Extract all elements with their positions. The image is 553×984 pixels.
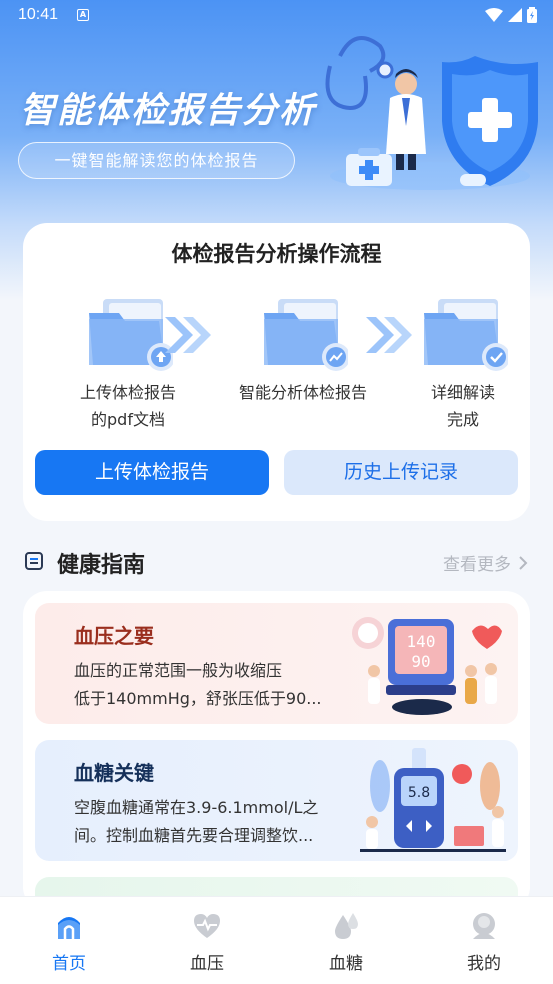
heart-icon xyxy=(194,914,220,938)
health-guide-list: 血压之要 血压的正常范围一般为收缩压 低于140mmHg，舒张压低于90... … xyxy=(23,591,530,984)
section-title: 健康指南 xyxy=(57,553,146,578)
tab-label: 血糖 xyxy=(329,954,363,974)
guide-card-blood-pressure[interactable]: 血压之要 血压的正常范围一般为收缩压 低于140mmHg，舒张压低于90... … xyxy=(35,603,518,724)
tab-blood-pressure[interactable]: 血压 xyxy=(172,911,242,974)
doctor-shield-illustration xyxy=(325,36,538,190)
guide-card-blood-sugar[interactable]: 血糖关键 空腹血糖通常在3.9-6.1mmol/L之 间。控制血糖首先要合理调整… xyxy=(35,740,518,861)
guide-summary-line: 血压的正常范围一般为收缩压 xyxy=(74,661,283,680)
guide-icon xyxy=(25,552,43,570)
battery-icon xyxy=(527,7,537,23)
upload-history-button[interactable]: 历史上传记录 xyxy=(284,450,518,495)
step-1-line1: 上传体检报告 xyxy=(79,383,176,402)
tab-blood-sugar[interactable]: 血糖 xyxy=(311,911,381,974)
glucose-meter-illustration: 5.8 xyxy=(360,748,506,852)
tab-home[interactable]: 首页 xyxy=(34,911,104,974)
tab-label: 首页 xyxy=(52,954,86,974)
profile-icon xyxy=(473,913,495,939)
hero-subtitle: 一键智能解读您的体检报告 xyxy=(18,142,295,179)
folder-chart-icon xyxy=(258,295,350,373)
see-more-link[interactable]: 查看更多 xyxy=(443,550,528,575)
step-1-line2: 的pdf文档 xyxy=(91,410,165,429)
wifi-icon xyxy=(485,8,503,22)
monitor-systolic: 140 xyxy=(407,632,436,651)
guide-summary: 空腹血糖通常在3.9-6.1mmol/L之 间。控制血糖首先要合理调整饮... xyxy=(74,794,342,850)
drop-icon xyxy=(335,913,358,939)
flow-step-analyze: 智能分析体检报告 xyxy=(218,295,388,406)
chevron-right-icon xyxy=(519,555,528,570)
health-guide-header: 健康指南 查看更多 xyxy=(23,543,530,579)
status-time: 10:41 xyxy=(18,6,59,23)
monitor-diastolic: 90 xyxy=(411,652,430,671)
flow-step-complete: 详细解读 完成 xyxy=(388,295,538,433)
signal-icon xyxy=(508,8,522,22)
guide-title: 血压之要 xyxy=(74,624,154,648)
notification-a-icon: A xyxy=(77,9,89,21)
see-more-label: 查看更多 xyxy=(443,555,511,575)
bottom-tab-bar: 首页 血压 血糖 我的 xyxy=(0,896,553,984)
upload-report-button[interactable]: 上传体检报告 xyxy=(35,450,269,495)
hero-title: 智能体检报告分析 xyxy=(20,91,317,131)
tab-label: 我的 xyxy=(467,954,501,974)
meter-reading: 5.8 xyxy=(408,785,430,801)
guide-title: 血糖关键 xyxy=(74,761,154,785)
step-3-line1: 详细解读 xyxy=(430,383,495,402)
home-icon xyxy=(58,917,80,939)
step-2-line1: 智能分析体检报告 xyxy=(238,383,367,402)
guide-summary: 血压的正常范围一般为收缩压 低于140mmHg，舒张压低于90... xyxy=(74,657,342,713)
flow-arrow-icon xyxy=(165,317,211,353)
process-flow-card: 体检报告分析操作流程 上传体检报告 的pdf文档 智能分析体检报告 详细解读 完… xyxy=(23,223,530,521)
tab-label: 血压 xyxy=(190,954,224,974)
blood-pressure-monitor-illustration: 140 90 xyxy=(352,617,502,715)
guide-summary-line: 间。控制血糖首先要合理调整饮... xyxy=(74,826,314,845)
folder-upload-icon xyxy=(83,295,175,373)
flow-title: 体检报告分析操作流程 xyxy=(171,242,382,266)
guide-summary-line: 空腹血糖通常在3.9-6.1mmol/L之 xyxy=(74,798,319,817)
step-3-line2: 完成 xyxy=(446,410,479,429)
tab-profile[interactable]: 我的 xyxy=(449,911,519,974)
guide-summary-line: 低于140mmHg，舒张压低于90... xyxy=(74,689,322,708)
folder-check-icon xyxy=(418,295,510,373)
